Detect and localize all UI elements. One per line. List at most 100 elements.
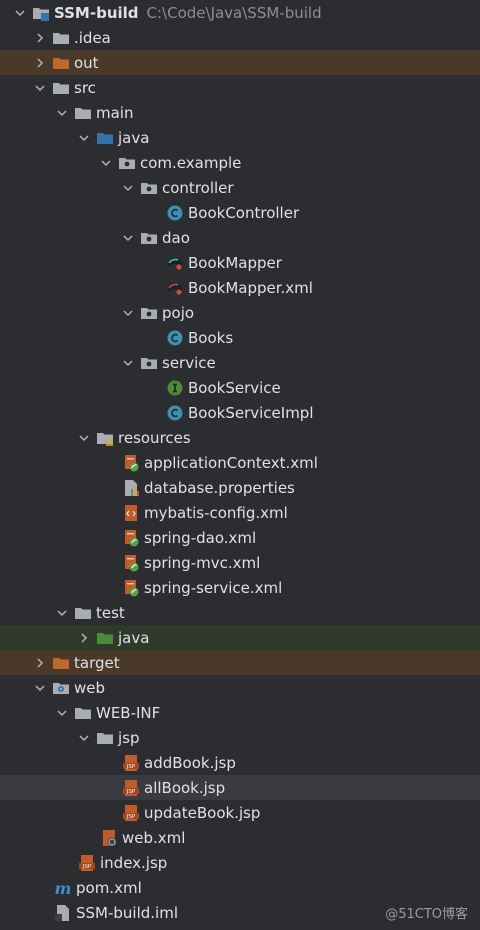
maven-icon: m [54, 879, 72, 897]
tree-row-test-java[interactable]: java [0, 625, 480, 650]
tree-label: java [118, 628, 150, 647]
spring-xml-icon [122, 554, 140, 572]
tree-row-out[interactable]: out [0, 50, 480, 75]
project-tree: SSM-build C:\Code\Java\SSM-build .idea o… [0, 0, 480, 925]
tree-label: Books [188, 328, 234, 347]
web-xml-icon [100, 829, 118, 847]
tree-row-web-xml[interactable]: web.xml [0, 825, 480, 850]
tree-row-java[interactable]: java [0, 125, 480, 150]
tree-row-service[interactable]: service [0, 350, 480, 375]
tree-label: jsp [118, 728, 140, 747]
tree-row-package[interactable]: com.example [0, 150, 480, 175]
chevron-right-icon[interactable] [32, 655, 48, 671]
chevron-right-icon[interactable] [76, 630, 92, 646]
tree-label: main [96, 103, 134, 122]
tree-label: spring-mvc.xml [144, 553, 261, 572]
tree-row-pom[interactable]: m pom.xml [0, 875, 480, 900]
chevron-down-icon[interactable] [98, 155, 114, 171]
tree-row-main[interactable]: main [0, 100, 480, 125]
tree-row-index-jsp[interactable]: JSP index.jsp [0, 850, 480, 875]
tree-label: src [74, 78, 96, 97]
tree-label: web.xml [122, 828, 186, 847]
jsp-file-icon: JSP [122, 779, 140, 797]
tree-row-web[interactable]: web [0, 675, 480, 700]
folder-icon [74, 704, 92, 722]
tree-label: BookServiceImpl [188, 403, 314, 422]
tree-row-idea[interactable]: .idea [0, 25, 480, 50]
spring-xml-icon [122, 529, 140, 547]
tree-row-root[interactable]: SSM-build C:\Code\Java\SSM-build [0, 0, 480, 25]
tree-row-resources[interactable]: resources [0, 425, 480, 450]
tree-label: test [96, 603, 125, 622]
tree-label: updateBook.jsp [144, 803, 261, 822]
excluded-folder-icon [52, 654, 70, 672]
tree-label: BookMapper.xml [188, 278, 313, 297]
folder-icon [52, 79, 70, 97]
tree-row-books[interactable]: Books [0, 325, 480, 350]
chevron-down-icon[interactable] [76, 430, 92, 446]
tree-label: web [74, 678, 106, 697]
tree-label: .idea [74, 28, 111, 47]
tree-label: applicationContext.xml [144, 453, 318, 472]
watermark: @51CTO博客 [385, 907, 468, 922]
tree-row-database-properties[interactable]: database.properties [0, 475, 480, 500]
tree-row-spring-service[interactable]: spring-service.xml [0, 575, 480, 600]
folder-icon [96, 729, 114, 747]
tree-row-web-inf[interactable]: WEB-INF [0, 700, 480, 725]
tree-row-pojo[interactable]: pojo [0, 300, 480, 325]
svg-text:JSP: JSP [126, 789, 136, 795]
tree-label: spring-service.xml [144, 578, 283, 597]
chevron-right-icon[interactable] [32, 30, 48, 46]
tree-row-spring-dao[interactable]: spring-dao.xml [0, 525, 480, 550]
chevron-down-icon[interactable] [32, 680, 48, 696]
tree-row-book-service-impl[interactable]: BookServiceImpl [0, 400, 480, 425]
tree-row-jsp-folder[interactable]: jsp [0, 725, 480, 750]
tree-label: BookController [188, 203, 300, 222]
chevron-down-icon[interactable] [76, 130, 92, 146]
tree-row-src[interactable]: src [0, 75, 480, 100]
tree-row-book-controller[interactable]: BookController [0, 200, 480, 225]
chevron-down-icon[interactable] [12, 5, 28, 21]
chevron-right-icon[interactable] [32, 55, 48, 71]
folder-icon [74, 604, 92, 622]
interface-icon [166, 379, 184, 397]
tree-row-controller[interactable]: controller [0, 175, 480, 200]
tree-row-mybatis-config[interactable]: mybatis-config.xml [0, 500, 480, 525]
folder-icon [52, 29, 70, 47]
svg-text:JSP: JSP [126, 764, 136, 770]
tree-label: java [118, 128, 150, 147]
tree-label: index.jsp [100, 853, 168, 872]
package-icon [140, 304, 158, 322]
chevron-down-icon[interactable] [120, 355, 136, 371]
tree-label: pojo [162, 303, 195, 322]
chevron-down-icon[interactable] [76, 730, 92, 746]
tree-row-target[interactable]: target [0, 650, 480, 675]
spring-xml-icon [122, 579, 140, 597]
chevron-down-icon[interactable] [54, 705, 70, 721]
class-icon [166, 329, 184, 347]
tree-label: BookMapper [188, 253, 282, 272]
tree-row-spring-mvc[interactable]: spring-mvc.xml [0, 550, 480, 575]
tree-label: mybatis-config.xml [144, 503, 288, 522]
tree-label: target [74, 653, 120, 672]
tree-row-application-context[interactable]: applicationContext.xml [0, 450, 480, 475]
chevron-down-icon[interactable] [32, 80, 48, 96]
tree-row-add-book[interactable]: JSP addBook.jsp [0, 750, 480, 775]
tree-row-book-mapper-xml[interactable]: BookMapper.xml [0, 275, 480, 300]
chevron-down-icon[interactable] [120, 305, 136, 321]
tree-row-all-book[interactable]: JSP allBook.jsp [0, 775, 480, 800]
chevron-down-icon[interactable] [54, 605, 70, 621]
tree-row-update-book[interactable]: JSP updateBook.jsp [0, 800, 480, 825]
chevron-down-icon[interactable] [54, 105, 70, 121]
tree-row-book-mapper[interactable]: BookMapper [0, 250, 480, 275]
tree-row-test[interactable]: test [0, 600, 480, 625]
web-folder-icon [52, 679, 70, 697]
tree-row-book-service[interactable]: BookService [0, 375, 480, 400]
tree-label: SSM-build.iml [76, 903, 178, 922]
properties-file-icon [122, 479, 140, 497]
tree-row-dao[interactable]: dao [0, 225, 480, 250]
tree-label: controller [162, 178, 234, 197]
chevron-down-icon[interactable] [120, 230, 136, 246]
chevron-down-icon[interactable] [120, 180, 136, 196]
svg-text:m: m [55, 879, 72, 897]
